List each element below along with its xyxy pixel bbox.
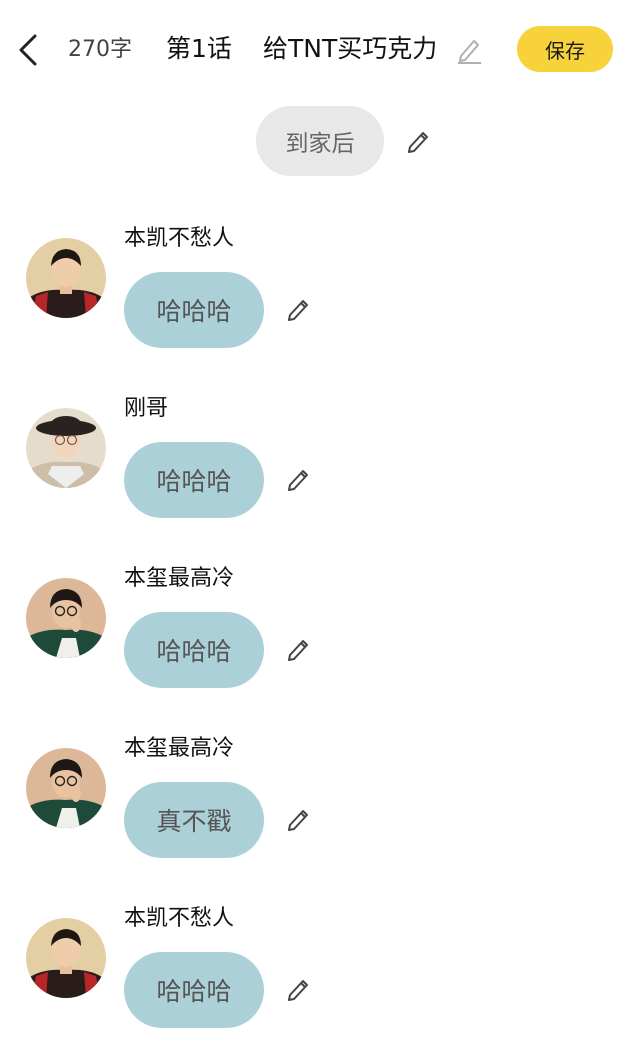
message-bubble[interactable]: 哈哈哈 bbox=[124, 612, 264, 688]
chevron-left-icon bbox=[19, 34, 37, 66]
message-bubble[interactable]: 哈哈哈 bbox=[124, 442, 264, 518]
avatar[interactable] bbox=[26, 748, 106, 828]
message-bubble[interactable]: 哈哈哈 bbox=[124, 272, 264, 348]
save-button[interactable]: 保存 bbox=[517, 26, 613, 72]
sender-name: 本凯不愁人 bbox=[124, 226, 235, 251]
pencil-icon bbox=[288, 810, 308, 831]
avatar[interactable] bbox=[26, 238, 106, 318]
episode-title[interactable]: 给TNT买巧克力 bbox=[263, 33, 437, 65]
message-row: 本凯不愁人 哈哈哈 bbox=[0, 902, 640, 1056]
avatar[interactable] bbox=[26, 408, 106, 488]
word-count: 270字 bbox=[68, 37, 132, 62]
pencil-icon bbox=[288, 470, 308, 491]
edit-scene-button[interactable] bbox=[404, 126, 434, 156]
pencil-icon bbox=[458, 40, 481, 64]
message-bubble[interactable]: 真不戳 bbox=[124, 782, 264, 858]
pencil-icon bbox=[288, 640, 308, 661]
edit-message-button[interactable] bbox=[284, 294, 314, 324]
top-bar: 270字 第1话 给TNT买巧克力 保存 bbox=[0, 0, 640, 100]
message-row: 刚哥 哈哈哈 bbox=[0, 392, 640, 552]
sender-name: 刚哥 bbox=[124, 396, 169, 421]
sender-name: 本凯不愁人 bbox=[124, 906, 235, 931]
back-button[interactable] bbox=[10, 28, 46, 72]
avatar[interactable] bbox=[26, 918, 106, 998]
message-row: 本凯不愁人 哈哈哈 bbox=[0, 222, 640, 382]
chapter-label: 第1话 bbox=[166, 34, 232, 63]
message-row: 本玺最高冷 哈哈哈 bbox=[0, 562, 640, 722]
avatar[interactable] bbox=[26, 578, 106, 658]
sender-name: 本玺最高冷 bbox=[124, 566, 235, 591]
pencil-icon bbox=[408, 132, 428, 153]
scene-bubble[interactable]: 到家后 bbox=[256, 106, 384, 176]
pencil-icon bbox=[288, 300, 308, 321]
edit-title-button[interactable] bbox=[454, 34, 484, 66]
edit-message-button[interactable] bbox=[284, 974, 314, 1004]
message-bubble[interactable]: 哈哈哈 bbox=[124, 952, 264, 1028]
sender-name: 本玺最高冷 bbox=[124, 736, 235, 761]
edit-message-button[interactable] bbox=[284, 464, 314, 494]
edit-message-button[interactable] bbox=[284, 804, 314, 834]
pencil-icon bbox=[288, 980, 308, 1001]
edit-message-button[interactable] bbox=[284, 634, 314, 664]
message-row: 本玺最高冷 真不戳 bbox=[0, 732, 640, 892]
